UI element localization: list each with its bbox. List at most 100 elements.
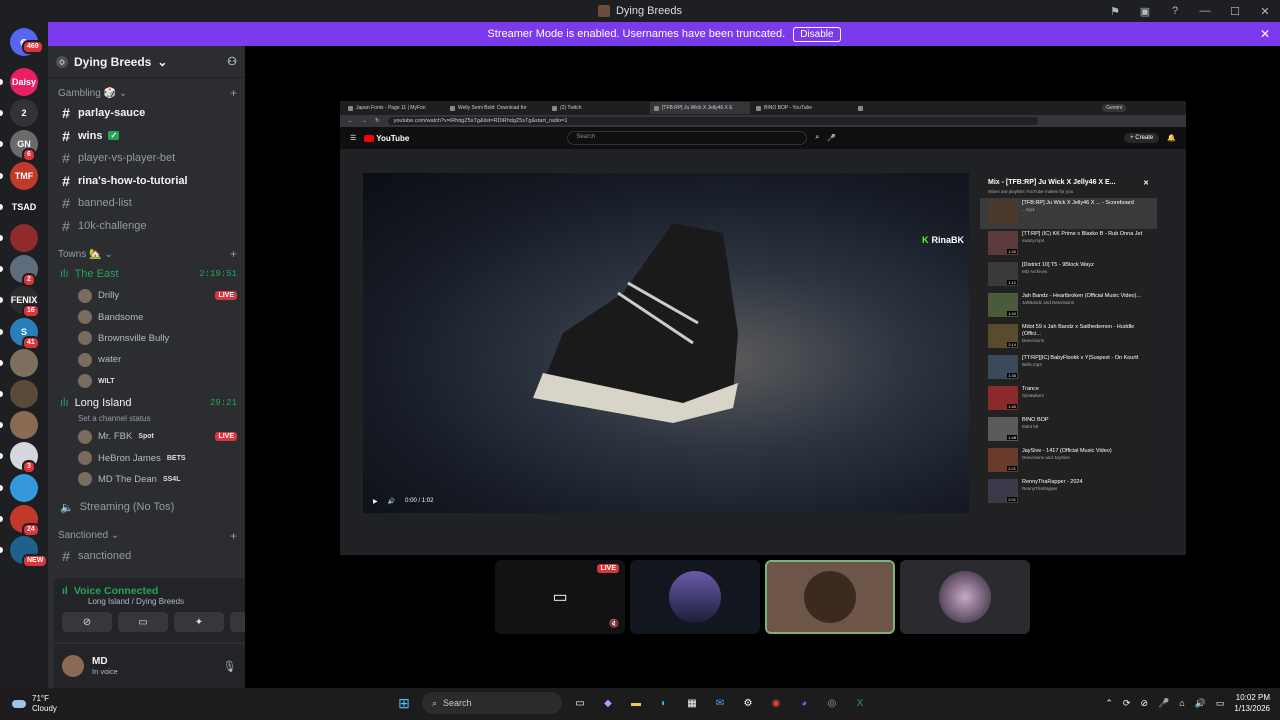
volume-icon[interactable]: 🔊 [388,498,395,505]
channel-10k-challenge[interactable]: #10k-challenge [48,215,245,238]
screen-share-button[interactable]: ▭ [118,612,168,632]
server-icon[interactable] [10,411,38,440]
server-icon[interactable]: Daisy [10,68,38,96]
server-icon[interactable] [10,224,38,252]
invite-icon[interactable]: ⚇ [227,55,237,68]
playlist-item[interactable]: 2:14 Mdot 59 x Jah Bandz x Saithedemon - … [980,322,1157,353]
activities-button[interactable]: ✦ [174,612,224,632]
reload-icon[interactable]: ↻ [375,118,380,124]
copilot-icon[interactable]: ◆ [598,693,618,713]
windows-start-icon[interactable]: ⊞ [394,693,414,713]
inbox-icon[interactable]: ⚑ [1100,5,1130,18]
back-icon[interactable]: ← [348,118,354,124]
playlist-item[interactable]: 2:21 JaySive - 1417 (Official Music Video… [980,446,1157,477]
minimize-button[interactable]: — [1190,5,1220,17]
server-icon[interactable]: TSAD [10,192,38,221]
category-gambling[interactable]: Gambling 🎲 ⌄ + [48,84,245,102]
browser-tab[interactable]: Japan Fonts - Page 11 | MyFon [344,102,444,114]
voice-member[interactable]: Bandsome [48,306,245,327]
add-channel-icon[interactable]: + [230,529,237,543]
screen-icon[interactable]: ▣ [1130,5,1160,18]
sync-icon[interactable]: ⟳ [1123,698,1131,709]
channel-player-vs-player-bet[interactable]: # player-vs-player-bet [48,147,245,170]
disable-button[interactable]: Disable [793,26,841,42]
server-icon[interactable] [10,380,38,408]
channel-parlay-sauce[interactable]: # parlay-sauce [48,102,245,125]
mic-icon[interactable]: 🎤 [1158,698,1169,709]
maximize-button[interactable]: ☐ [1220,5,1250,18]
store-icon[interactable]: ▦ [682,693,702,713]
battery-icon[interactable]: ▭ [1216,698,1225,709]
close-button[interactable]: ✕ [1250,5,1280,18]
voice-member[interactable]: MD The Dean SS4L [48,469,245,490]
playlist-item[interactable]: 1:35 [TT:RP][IC] BabyFlookk x Y|Suspext -… [980,353,1157,384]
create-button[interactable]: + Create [1124,133,1160,143]
weather-widget[interactable]: 71°F Cloudy [0,694,57,714]
close-icon[interactable]: ✕ [1143,179,1149,187]
playlist-item[interactable]: 2:01 RennyThaRapper - 2024 RennyThaRapper [980,477,1157,508]
participant-tile[interactable]: ▭ LIVE 🔇 [495,560,625,634]
browser-tab[interactable]: BINO BOP - YouTube [752,102,852,114]
voice-channel-streaming[interactable]: 🔈 Streaming (No Tos) [48,496,245,519]
steam-icon[interactable]: ◎ [822,693,842,713]
search-input[interactable]: Search [567,131,808,145]
playlist-item[interactable]: 1:12 [District 10] T5 - 9Block Wayz MD Arc… [980,260,1157,291]
browser-tab[interactable] [854,102,954,114]
settings-icon[interactable]: ⚙ [738,693,758,713]
guild-header[interactable]: ◇ Dying Breeds ⌄ ⚇ [48,46,245,78]
search-icon[interactable]: ⌕ [815,134,819,142]
excel-icon[interactable]: X [850,693,870,713]
channel-sanctioned[interactable]: # sanctioned [48,545,245,568]
network-icon[interactable]: ⌂ [1179,698,1184,708]
playlist-item[interactable]: 1:34 Jah Bandz - Heartbroken (Official Mu… [980,291,1157,322]
playlist-item[interactable]: [TFB:RP] Ju Wick X Jelly46 X ... - Score… [980,198,1157,229]
channel-status[interactable]: Set a channel status [48,414,245,426]
close-icon[interactable]: ✕ [1260,27,1270,41]
playlist-item[interactable]: 1:40 Trance GjHawkem [980,384,1157,415]
voice-member[interactable]: water [48,349,245,370]
channel-wins[interactable]: # wins ✓ [48,125,245,148]
edge-icon[interactable]: ◐ [654,693,674,713]
playlist-item[interactable]: 1:48 BINO BOP Mdot 59 [980,415,1157,446]
video-player[interactable]: ▶ 🔊 0:00 / 1:02 [363,173,969,513]
category-towns[interactable]: Towns 🏡 ⌄ + [48,245,245,263]
channel-banned-list[interactable]: # banned-list [48,192,245,215]
participant-tile[interactable] [630,560,760,634]
mic-icon[interactable]: 🎤 [827,134,836,142]
voice-member[interactable]: WILT [48,371,245,392]
server-icon[interactable] [10,348,38,377]
avatar[interactable] [62,655,84,677]
bell-icon[interactable]: 🔔 [1167,134,1176,142]
task-view-icon[interactable]: ▭ [570,693,590,713]
browser-tab[interactable]: (2) Twitch [548,102,648,114]
add-channel-icon[interactable]: + [230,86,237,100]
voice-member[interactable]: Drilly LIVE [48,285,245,306]
help-icon[interactable]: ? [1160,5,1190,17]
voice-member[interactable]: Brownsville Bully [48,328,245,349]
chrome-icon[interactable]: ◉ [766,693,786,713]
forward-icon[interactable]: → [362,118,368,124]
url-field[interactable]: youtube.com/watch?v=iRhdgZ5sTg&list=RDiR… [387,117,1038,125]
menu-icon[interactable]: ☰ [350,134,356,142]
screen-share[interactable]: Japan Fonts - Page 11 | MyFon Welly Semi … [340,101,1186,555]
category-sanctioned[interactable]: Sanctioned ⌄ + [48,527,245,545]
playlist-item[interactable]: 1:30 [TT:RP] (IC) KK Prime x Blaxko B - R… [980,229,1157,260]
participant-tile[interactable] [900,560,1030,634]
voice-member[interactable]: Mr. FBK Spot LIVE [48,426,245,447]
server-icon[interactable]: 2 [10,99,38,128]
participant-tile-speaking[interactable] [765,560,895,634]
voice-channel-the-east[interactable]: ılı The East 2:19:51 [48,263,245,285]
chevron-up-icon[interactable]: ⌃ [1105,698,1113,709]
server-icon[interactable]: TMF [10,161,38,190]
microphone-icon[interactable]: 🎙 [222,660,236,673]
wifi-off-icon[interactable]: ⊘ [1140,698,1148,709]
play-icon[interactable]: ▶ [373,498,378,505]
browser-tab[interactable]: [TFB:RP] Ju Wick X Jelly46 X E [650,102,750,114]
volume-icon[interactable]: 🔊 [1195,698,1206,709]
channel-rina-s-how-to-tutorial[interactable]: # rina's-how-to-tutorial [48,170,245,193]
mail-icon[interactable]: ✉ [710,693,730,713]
file-explorer-icon[interactable]: ▬ [626,693,646,713]
voice-channel-long-island[interactable]: ılı Long Island 29:21 [48,392,245,414]
taskbar-search[interactable]: ⌕ Search [422,692,562,714]
youtube-logo[interactable]: YouTube [364,134,409,143]
